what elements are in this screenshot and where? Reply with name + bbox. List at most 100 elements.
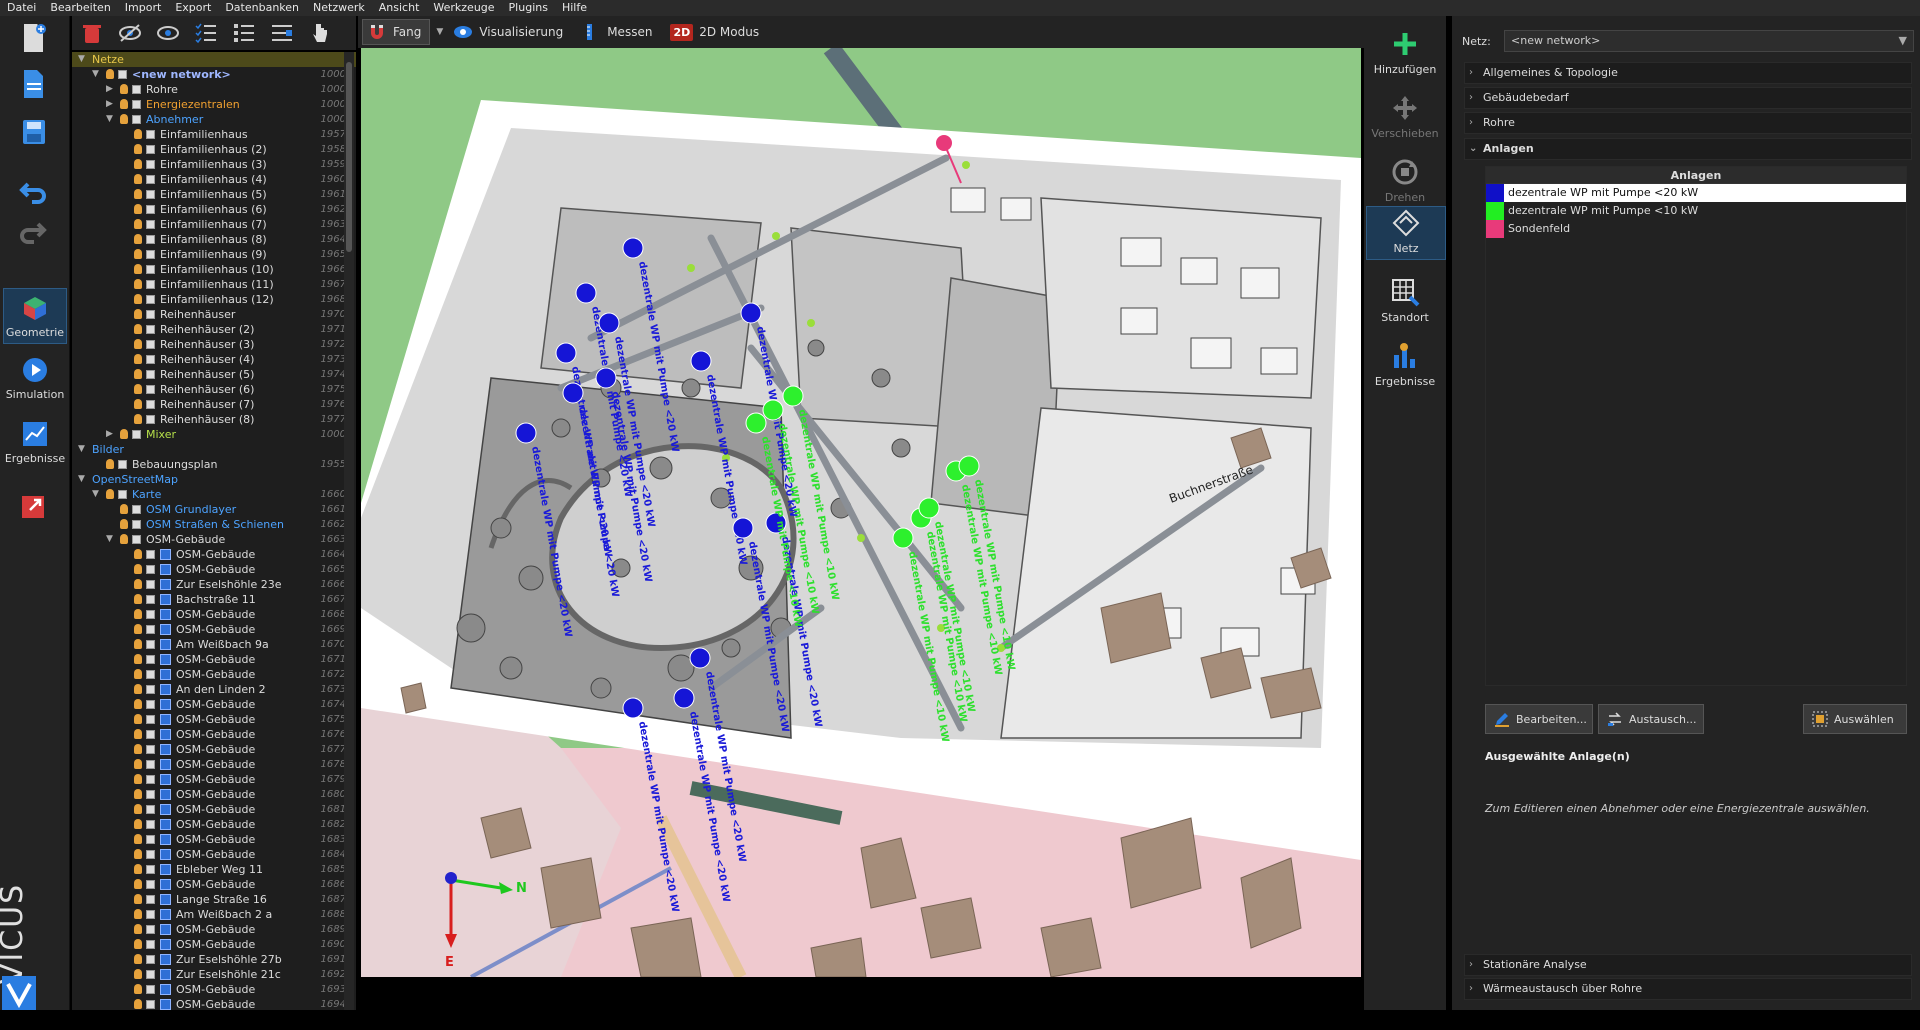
visibility-checkbox[interactable] (118, 490, 127, 499)
tree-row[interactable]: Reihenhäuser (3) 1972 (72, 337, 356, 352)
tree-row[interactable]: Reihenhäuser (4) 1973 (72, 352, 356, 367)
tree-row[interactable]: OSM-Gebäude 1681 (72, 802, 356, 817)
hide-icon[interactable] (118, 21, 142, 45)
visibility-checkbox[interactable] (146, 970, 155, 979)
visibility-checkbox[interactable] (146, 325, 155, 334)
tree-row[interactable]: Lange Straße 16 1687 (72, 892, 356, 907)
network-select[interactable]: <new network> ▼ (1504, 30, 1914, 52)
tree-row[interactable]: ▼ OSM-Gebäude 1663 (72, 532, 356, 547)
visibility-checkbox[interactable] (146, 760, 155, 769)
tree-row[interactable]: An den Linden 2 1673 (72, 682, 356, 697)
lightbulb-icon[interactable] (120, 534, 128, 544)
pointer-icon[interactable] (308, 21, 332, 45)
lightbulb-icon[interactable] (106, 69, 114, 79)
lightbulb-icon[interactable] (134, 864, 142, 874)
menu-item[interactable]: Export (168, 0, 218, 16)
tree-row[interactable]: Reihenhäuser (5) 1974 (72, 367, 356, 382)
lightbulb-icon[interactable] (134, 309, 142, 319)
visibility-checkbox[interactable] (132, 100, 141, 109)
network-node-marker[interactable] (740, 302, 762, 324)
visibility-checkbox[interactable] (146, 820, 155, 829)
open-file-icon[interactable] (18, 68, 48, 100)
visibility-checkbox[interactable] (146, 220, 155, 229)
tree-row[interactable]: Reihenhäuser (8) 1977 (72, 412, 356, 427)
lightbulb-icon[interactable] (106, 489, 114, 499)
save-icon[interactable] (18, 116, 48, 148)
visibility-checkbox[interactable] (146, 745, 155, 754)
tree-row[interactable]: OSM-Gebäude 1665 (72, 562, 356, 577)
visibility-checkbox[interactable] (132, 430, 141, 439)
tree-row[interactable]: Reihenhäuser (6) 1975 (72, 382, 356, 397)
visibility-checkbox[interactable] (146, 895, 155, 904)
visibility-checkbox[interactable] (146, 865, 155, 874)
expand-down-icon[interactable]: ▼ (92, 487, 99, 502)
visibility-checkbox[interactable] (132, 505, 141, 514)
tree-row[interactable]: OSM Straßen & Schienen 1662 (72, 517, 356, 532)
visibility-checkbox[interactable] (146, 385, 155, 394)
network-node-marker[interactable] (745, 412, 767, 434)
menu-item[interactable]: Datei (0, 0, 43, 16)
menu-item[interactable]: Werkzeuge (426, 0, 501, 16)
section-general[interactable]: › Allgemeines & Topologie (1464, 62, 1912, 84)
lightbulb-icon[interactable] (120, 84, 128, 94)
tree-scrollbar[interactable] (344, 52, 354, 1010)
tree-row[interactable]: Einfamilienhaus (10) 1966 (72, 262, 356, 277)
lightbulb-icon[interactable] (134, 384, 142, 394)
lightbulb-icon[interactable] (134, 549, 142, 559)
lightbulb-icon[interactable] (134, 249, 142, 259)
tree-row[interactable]: Einfamilienhaus (9) 1965 (72, 247, 356, 262)
lightbulb-icon[interactable] (134, 774, 142, 784)
visibility-checkbox[interactable] (146, 1000, 155, 1009)
visibility-checkbox[interactable] (146, 640, 155, 649)
lightbulb-icon[interactable] (134, 354, 142, 364)
visibility-checkbox[interactable] (146, 805, 155, 814)
network-node-marker[interactable] (622, 697, 644, 719)
tree-row[interactable]: Zur Eselshöhle 23e 1666 (72, 577, 356, 592)
lightbulb-icon[interactable] (134, 729, 142, 739)
tree-row[interactable]: Einfamilienhaus (11) 1967 (72, 277, 356, 292)
lightbulb-icon[interactable] (134, 294, 142, 304)
visibility-checkbox[interactable] (146, 370, 155, 379)
move-tool-button[interactable]: Verschieben (1366, 86, 1444, 144)
tree-row[interactable]: ▼ Bilder (72, 442, 356, 457)
tree-row[interactable]: OSM-Gebäude 1680 (72, 787, 356, 802)
visibility-checkbox[interactable] (146, 775, 155, 784)
lightbulb-icon[interactable] (134, 759, 142, 769)
lightbulb-icon[interactable] (120, 114, 128, 124)
lightbulb-icon[interactable] (120, 504, 128, 514)
visibility-checkbox[interactable] (146, 280, 155, 289)
export-icon[interactable] (18, 490, 48, 522)
visualization-button[interactable]: Visualisierung (449, 19, 571, 45)
tree-row[interactable]: Einfamilienhaus (12) 1968 (72, 292, 356, 307)
lightbulb-icon[interactable] (134, 579, 142, 589)
tree-scroll-thumb[interactable] (346, 62, 352, 252)
section-demand[interactable]: › Gebäudebedarf (1464, 87, 1912, 109)
tree-row[interactable]: OSM-Gebäude 1690 (72, 937, 356, 952)
lightbulb-icon[interactable] (134, 939, 142, 949)
lightbulb-icon[interactable] (134, 954, 142, 964)
tree-row[interactable]: OSM-Gebäude 1694 (72, 997, 356, 1010)
visibility-checkbox[interactable] (146, 955, 155, 964)
scene-canvas[interactable]: dezentrale WP mit Pumpe <20 kWdezentrale… (361, 48, 1361, 977)
tree-row[interactable]: OSM-Gebäude 1664 (72, 547, 356, 562)
plant-row[interactable]: dezentrale WP mit Pumpe <20 kW (1486, 184, 1906, 202)
visibility-checkbox[interactable] (146, 400, 155, 409)
network-node-marker[interactable] (690, 350, 712, 372)
network-node-marker[interactable] (732, 517, 754, 539)
lightbulb-icon[interactable] (134, 879, 142, 889)
lightbulb-icon[interactable] (134, 894, 142, 904)
menu-item[interactable]: Datenbanken (218, 0, 306, 16)
tree-row[interactable]: Am Weißbach 9a 1670 (72, 637, 356, 652)
visibility-checkbox[interactable] (146, 130, 155, 139)
visibility-checkbox[interactable] (146, 145, 155, 154)
add-tool-button[interactable]: Hinzufügen (1366, 22, 1444, 80)
network-node-marker[interactable] (958, 455, 980, 477)
visibility-checkbox[interactable] (146, 565, 155, 574)
expand-down-icon[interactable]: ▼ (78, 52, 85, 67)
lightbulb-icon[interactable] (134, 564, 142, 574)
location-tool-button[interactable]: Standort (1366, 270, 1444, 328)
visibility-checkbox[interactable] (118, 70, 127, 79)
network-node-marker[interactable] (562, 382, 584, 404)
tree-row[interactable]: ▼ Karte 1660 (72, 487, 356, 502)
list-filter-icon[interactable] (270, 21, 294, 45)
